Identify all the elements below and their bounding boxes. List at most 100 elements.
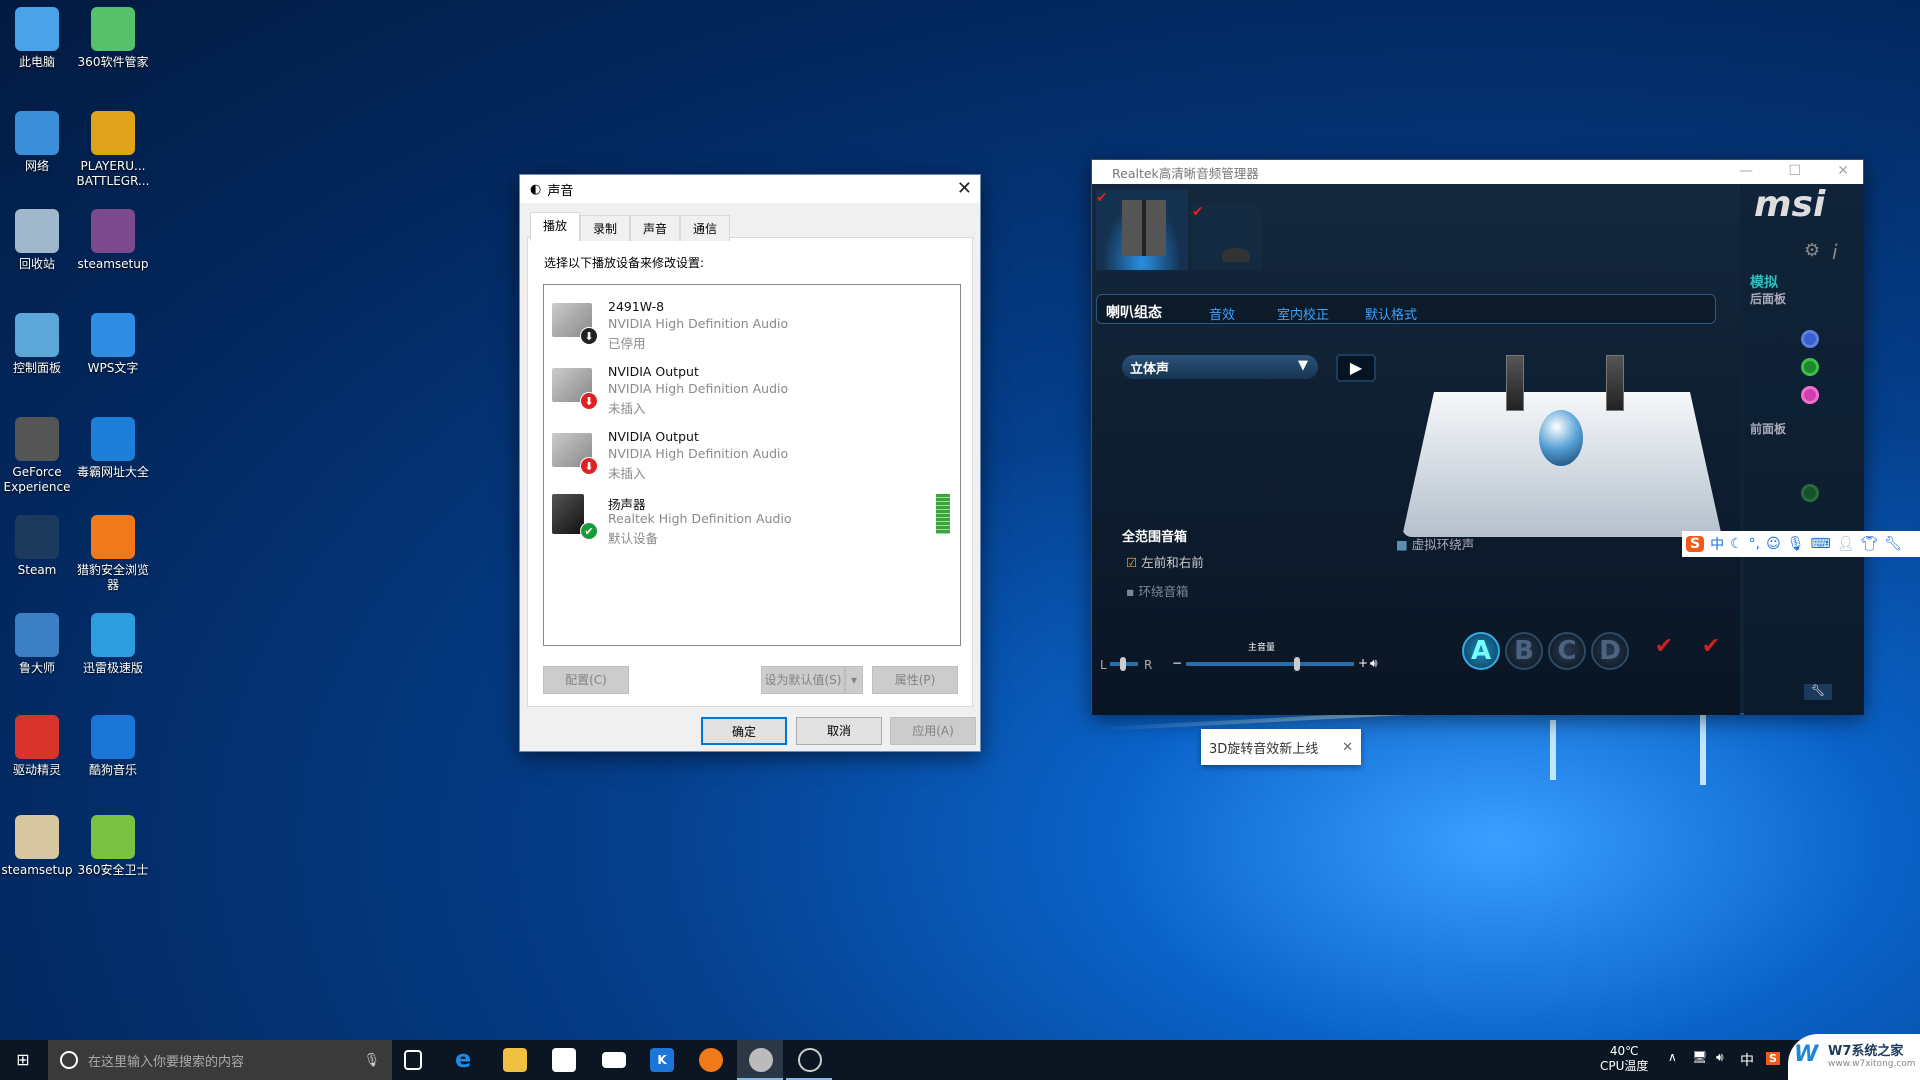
tab-speaker-config[interactable]: 喇叭组态 <box>1106 302 1162 322</box>
kugou-icon[interactable]: K <box>650 1048 674 1072</box>
device-status: 未插入 <box>608 466 646 481</box>
network-icon[interactable]: 🖥︎ <box>1692 1050 1707 1064</box>
jack-blue[interactable] <box>1801 330 1819 348</box>
desktop-icon[interactable]: Steam <box>0 515 77 578</box>
tab-playback[interactable]: 播放 <box>530 212 581 241</box>
main-volume-slider[interactable] <box>1186 657 1354 671</box>
tab-sound-effects[interactable]: 音效 <box>1209 304 1235 323</box>
apply-button[interactable]: 应用(A) <box>890 717 976 745</box>
punctuation-icon[interactable]: °, <box>1749 536 1760 552</box>
desktop-icon[interactable]: 360软件管家 <box>73 7 153 70</box>
desktop-icon[interactable]: steamsetup <box>0 815 77 878</box>
profile-button-c[interactable]: C <box>1548 632 1586 670</box>
apply-check-button[interactable]: ✔ <box>1647 634 1681 668</box>
realtek-task[interactable] <box>786 1040 832 1080</box>
tools-icon[interactable]: 🔧︎ <box>1884 536 1902 552</box>
minimize-button[interactable]: — <box>1739 163 1753 179</box>
tab-recording[interactable]: 录制 <box>580 215 631 241</box>
tab-default-format[interactable]: 默认格式 <box>1365 304 1417 323</box>
microphone-icon[interactable]: 🎙︎ <box>1787 536 1805 552</box>
desktop-icon[interactable]: 鲁大师 <box>0 613 77 676</box>
speakers-device-tab[interactable]: ✔ <box>1096 190 1188 270</box>
device-item[interactable]: ⬇ NVIDIA Output NVIDIA High Definition A… <box>544 423 960 487</box>
emoji-icon[interactable]: ☺ <box>1766 536 1781 552</box>
desktop-icon[interactable]: 回收站 <box>0 209 77 272</box>
moon-icon[interactable]: ☾ <box>1730 536 1743 552</box>
volume-plus[interactable]: + <box>1358 656 1368 670</box>
desktop-icon[interactable]: 此电脑 <box>0 7 77 70</box>
volume-minus[interactable]: − <box>1172 656 1182 670</box>
ok-button[interactable]: 确定 <box>701 717 787 745</box>
close-button[interactable]: ✕ <box>957 178 972 199</box>
profile-button-b[interactable]: B <box>1505 632 1543 670</box>
speaker-config-select[interactable]: 立体声 ▼ <box>1122 355 1318 379</box>
desktop-icon[interactable]: steamsetup <box>73 209 153 272</box>
volume-icon[interactable]: 🔊︎ <box>1370 656 1378 671</box>
store-icon[interactable] <box>552 1048 576 1072</box>
info-icon[interactable]: i <box>1832 240 1838 264</box>
desktop-icon[interactable]: GeForce Experience <box>0 417 77 495</box>
play-test-button[interactable]: ▶ <box>1336 354 1376 382</box>
device-item[interactable]: ⬇ NVIDIA Output NVIDIA High Definition A… <box>544 358 960 422</box>
device-item[interactable]: ⬇ 2491W-8 NVIDIA High Definition Audio 已… <box>544 293 960 357</box>
tab-sounds[interactable]: 声音 <box>630 215 681 241</box>
maximize-button[interactable]: ☐ <box>1788 163 1801 179</box>
volume-meter <box>936 494 950 534</box>
balance-slider[interactable] <box>1110 657 1138 671</box>
profile-button-d[interactable]: D <box>1591 632 1629 670</box>
surround-checkbox[interactable]: ▪ 环绕音箱 <box>1126 581 1188 600</box>
mail-icon[interactable] <box>602 1052 626 1068</box>
desktop-icon[interactable]: PLAYERU... BATTLEGR... <box>73 111 153 189</box>
front-lr-checkbox[interactable]: ☑ 左前和右前 <box>1126 552 1204 571</box>
cancel-button[interactable]: 取消 <box>796 717 882 745</box>
virtual-surround-checkbox[interactable]: ■ 虚拟环绕声 <box>1396 534 1474 553</box>
set-default-dropdown[interactable]: ▾ <box>845 666 863 694</box>
microphone-icon <box>1222 248 1250 262</box>
gear-icon[interactable]: ⚙ <box>1804 240 1820 261</box>
desktop-icon[interactable]: 控制面板 <box>0 313 77 376</box>
ime-mode-toggle[interactable]: 中 <box>1710 534 1724 554</box>
slider-thumb[interactable] <box>1294 657 1300 671</box>
jack-pink[interactable] <box>1801 386 1819 404</box>
skin-icon[interactable]: 👕︎ <box>1861 536 1879 552</box>
sogou-tray-icon[interactable]: S <box>1766 1052 1780 1065</box>
desktop-icon[interactable]: 毒霸网址大全 <box>73 417 153 480</box>
configure-button[interactable]: 配置(C) <box>543 666 629 694</box>
wrench-button[interactable]: 🔧︎ <box>1804 684 1832 700</box>
chevron-up-icon[interactable]: ∧ <box>1668 1050 1677 1064</box>
close-button[interactable]: ✕ <box>1837 163 1849 179</box>
volume-icon[interactable]: 🔊︎ <box>1716 1050 1724 1065</box>
tab-communications[interactable]: 通信 <box>680 215 731 241</box>
start-button[interactable]: ⊞ <box>8 1050 38 1070</box>
search-box[interactable]: 在这里输入你要搜索的内容 🎙︎ <box>48 1040 392 1080</box>
properties-button[interactable]: 属性(P) <box>872 666 958 694</box>
analog-label: 模拟 <box>1750 275 1778 291</box>
microphone-device-tab[interactable]: ✔ <box>1192 204 1262 270</box>
desktop-icon[interactable]: 360安全卫士 <box>73 815 153 878</box>
ime-indicator[interactable]: 中 <box>1740 1050 1754 1070</box>
desktop-icon[interactable]: 迅雷极速版 <box>73 613 153 676</box>
tab-room-correction[interactable]: 室内校正 <box>1277 304 1329 323</box>
microphone-icon[interactable]: 🎙︎ <box>363 1053 380 1068</box>
desktop-icon[interactable]: WPS文字 <box>73 313 153 376</box>
jack-green[interactable] <box>1801 358 1819 376</box>
device-item[interactable]: ✔ 扬声器 Realtek High Definition Audio 默认设备 <box>544 488 960 552</box>
keyboard-icon[interactable]: ⌨ <box>1811 536 1831 552</box>
edge-icon[interactable]: e <box>455 1047 479 1072</box>
user-icon[interactable]: 👤︎ <box>1837 536 1855 552</box>
desktop-icon[interactable]: 驱动精灵 <box>0 715 77 778</box>
jack-front-green[interactable] <box>1801 484 1819 502</box>
desktop-icon[interactable]: 猎豹安全浏览器 <box>73 515 153 593</box>
apply-check-button-2[interactable]: ✔ <box>1694 634 1728 668</box>
file-explorer-icon[interactable] <box>503 1048 527 1072</box>
desktop-icon[interactable]: 网络 <box>0 111 77 174</box>
sound-dialog-task[interactable] <box>737 1040 783 1080</box>
close-icon[interactable]: ✕ <box>1342 740 1353 755</box>
light-beam <box>1700 715 1706 785</box>
profile-button-a[interactable]: A <box>1462 632 1500 670</box>
set-default-button[interactable]: 设为默认值(S) <box>761 666 845 694</box>
liebao-browser-icon[interactable] <box>699 1048 723 1072</box>
task-view-icon[interactable] <box>404 1050 422 1070</box>
device-driver: NVIDIA High Definition Audio <box>608 381 789 396</box>
desktop-icon[interactable]: 酷狗音乐 <box>73 715 153 778</box>
